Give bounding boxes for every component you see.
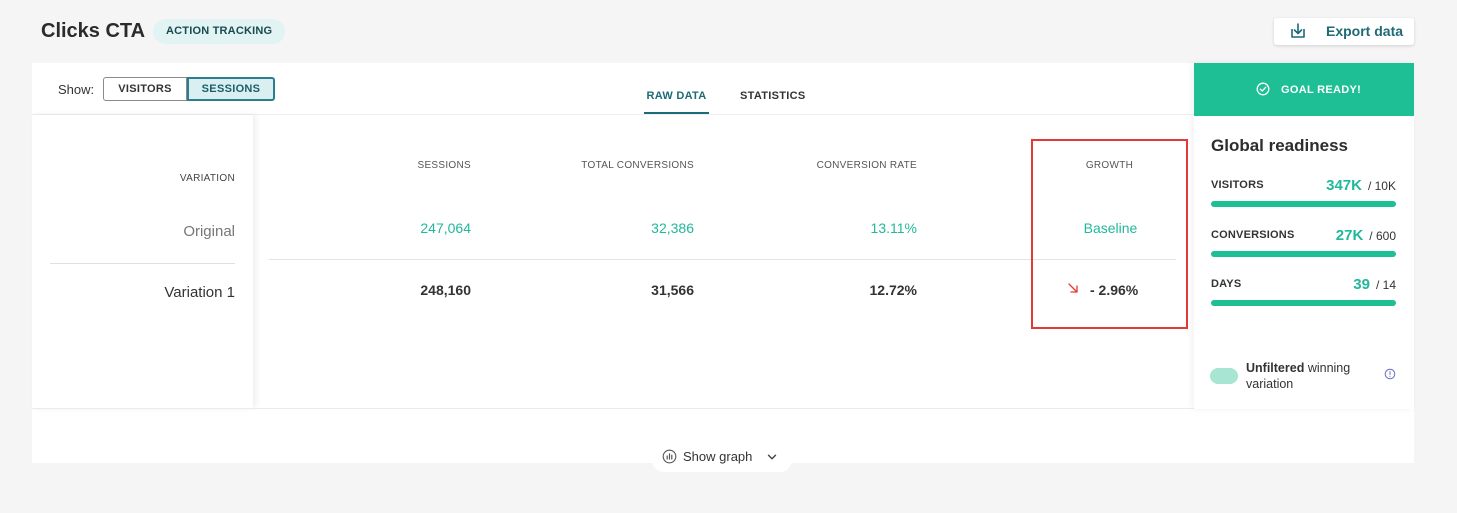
variation-name-original: Original — [183, 223, 235, 240]
export-data-label: Export data — [1326, 23, 1404, 39]
cell-variation-1-conversions: 31,566 — [651, 282, 694, 298]
cell-variation-1-rate: 12.72% — [869, 282, 917, 298]
progress-bar-days — [1211, 300, 1396, 306]
info-icon[interactable] — [1384, 368, 1396, 380]
col-header-conversion-rate: CONVERSION RATE — [816, 160, 917, 171]
metric-target-visitors: / 10K — [1367, 179, 1396, 193]
progress-bar-visitors — [1211, 201, 1396, 207]
goal-ready-label: GOAL READY! — [1281, 84, 1362, 96]
col-header-growth: GROWTH — [1085, 160, 1134, 171]
metric-label-visitors: VISITORS — [1211, 179, 1264, 191]
goal-ready-banner: GOAL READY! — [1194, 63, 1414, 116]
toggle-visitors[interactable]: VISITORS — [103, 77, 187, 101]
show-graph-label: Show graph — [683, 449, 753, 464]
action-tracking-badge: ACTION TRACKING — [153, 19, 286, 44]
variation-header: VARIATION — [179, 173, 235, 184]
show-graph-button[interactable]: Show graph — [652, 441, 792, 472]
cell-original-rate: 13.11% — [870, 220, 917, 236]
metric-value-conversions: 27K / 600 — [1336, 227, 1396, 244]
progress-bar-conversions — [1211, 251, 1396, 257]
show-label: Show: — [58, 82, 95, 97]
variation-column: VARIATION Original Variation 1 — [32, 115, 253, 408]
metric-current-visitors: 347K — [1326, 177, 1362, 194]
cell-original-sessions: 247,064 — [420, 220, 471, 236]
download-icon — [1291, 23, 1305, 38]
cell-original-growth: Baseline — [1083, 220, 1138, 236]
global-readiness-title: Global readiness — [1211, 136, 1348, 155]
cell-original-conversions: 32,386 — [651, 220, 694, 236]
metric-label-conversions: CONVERSIONS — [1211, 229, 1295, 241]
page-title: Clicks CTA — [41, 20, 146, 42]
export-data-button[interactable]: Export data — [1274, 18, 1414, 45]
variation-name-variation-1: Variation 1 — [164, 284, 235, 301]
progress-fill-days — [1211, 300, 1396, 306]
metric-value-days: 39 / 14 — [1353, 276, 1396, 293]
toggle-sessions[interactable]: SESSIONS — [187, 77, 275, 101]
cell-variation-1-growth: - 2.96% — [1090, 282, 1139, 298]
card-bottom-divider — [32, 408, 1194, 409]
progress-fill-visitors — [1211, 201, 1396, 207]
progress-fill-conversions — [1211, 251, 1396, 257]
trend-down-icon — [1068, 283, 1078, 293]
metric-label-days: DAYS — [1211, 278, 1242, 290]
col-header-sessions: SESSIONS — [417, 160, 471, 171]
chevron-down-icon — [767, 454, 777, 460]
metric-current-days: 39 — [1353, 276, 1370, 293]
tab-raw-data[interactable]: RAW DATA — [644, 90, 709, 102]
metric-current-conversions: 27K — [1335, 227, 1364, 244]
bar-chart-icon — [662, 449, 677, 464]
metric-value-visitors: 347K / 10K — [1326, 177, 1396, 194]
unfiltered-winning-toggle[interactable] — [1210, 368, 1238, 384]
unfiltered-bold: Unfiltered — [1246, 361, 1305, 375]
check-circle-icon — [1256, 82, 1270, 96]
metric-target-days: / 14 — [1375, 278, 1396, 292]
variation-divider — [50, 263, 235, 264]
cell-variation-1-sessions: 248,160 — [420, 282, 471, 298]
col-header-total-conversions: TOTAL CONVERSIONS — [581, 160, 694, 171]
metric-target-conversions: / 600 — [1369, 229, 1396, 243]
tab-statistics[interactable]: STATISTICS — [740, 90, 806, 102]
goal-readiness-panel: GOAL READY! Global readiness VISITORS 34… — [1194, 63, 1414, 409]
unfiltered-winning-label: Unfiltered winning variation — [1246, 360, 1366, 392]
